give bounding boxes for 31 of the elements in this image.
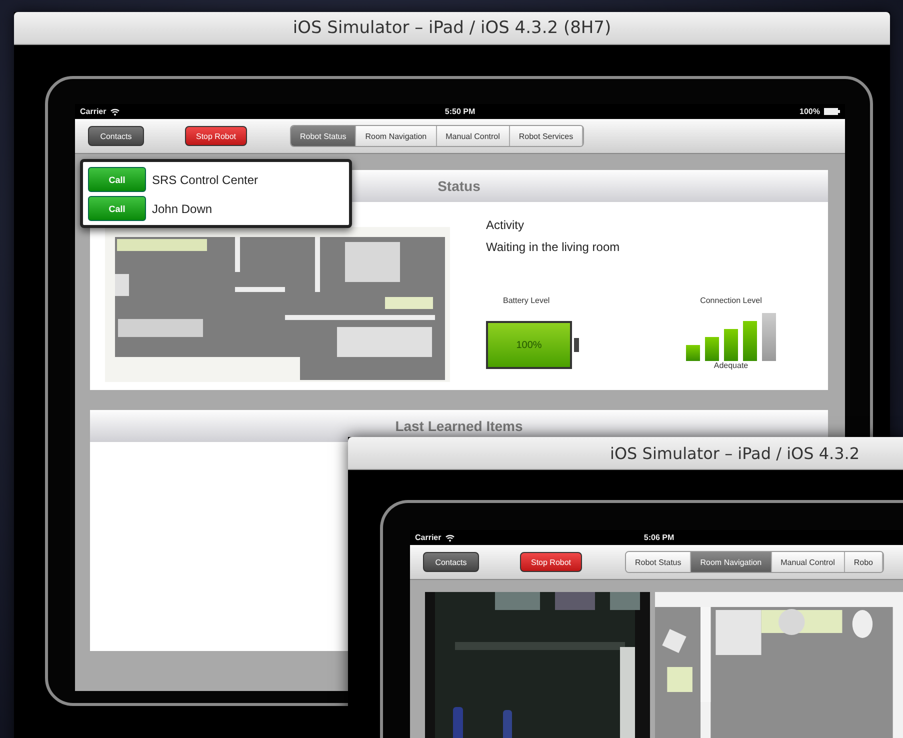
- segment-tab[interactable]: Manual Control: [436, 126, 510, 146]
- stop-robot-button[interactable]: Stop Robot: [520, 552, 582, 572]
- activity-label: Activity: [486, 218, 526, 232]
- segment-tab[interactable]: Robot Status: [626, 552, 692, 572]
- battery-terminal: [574, 338, 579, 352]
- window-title: iOS Simulator – iPad / iOS 4.3.2 (8H7): [14, 12, 890, 45]
- clock-label: 5:50 PM: [444, 107, 476, 116]
- contact-name: John Down: [152, 202, 212, 216]
- battery-icon: [824, 108, 840, 115]
- window-title: iOS Simulator – iPad / iOS 4.3.2: [348, 437, 903, 470]
- contact-name: SRS Control Center: [152, 172, 258, 186]
- segment-tab[interactable]: Room Navigation: [691, 552, 772, 572]
- carrier-label: Carrier: [80, 107, 106, 116]
- segment-tab[interactable]: Robo: [844, 552, 883, 572]
- connection-reading: Adequate: [714, 361, 748, 370]
- carrier-label: Carrier: [415, 533, 442, 542]
- contacts-button[interactable]: Contacts: [423, 552, 479, 572]
- contacts-button[interactable]: Contacts: [88, 126, 144, 146]
- wifi-icon: [445, 534, 456, 542]
- clock-label: 5:06 PM: [642, 533, 676, 542]
- stop-robot-button[interactable]: Stop Robot: [185, 126, 247, 146]
- battery-level-label: Battery Level: [503, 296, 550, 305]
- battery-reading: 100%: [515, 338, 543, 352]
- wifi-icon: [110, 108, 120, 116]
- segment-tab[interactable]: Robot Services: [510, 126, 584, 146]
- segment-tab[interactable]: Robot Status: [291, 126, 356, 146]
- battery-percent: 100%: [800, 107, 820, 116]
- connection-level-label: Connection Level: [700, 296, 762, 305]
- segment-tab[interactable]: Room Navigation: [356, 126, 437, 146]
- segment-tab[interactable]: Manual Control: [772, 552, 845, 572]
- activity-text: Waiting in the living room: [486, 240, 621, 254]
